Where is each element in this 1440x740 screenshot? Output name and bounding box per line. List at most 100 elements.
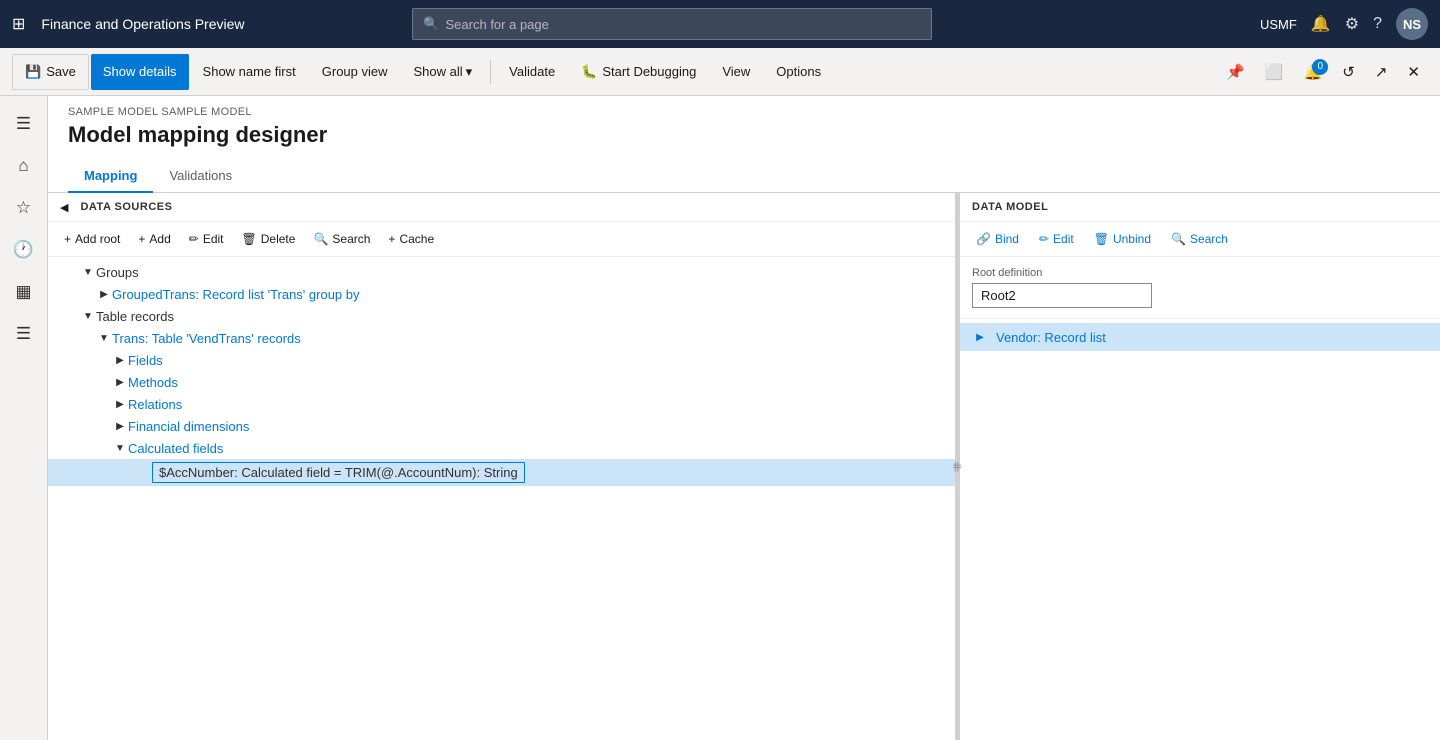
validate-button[interactable]: Validate [497,54,567,90]
vendor-item-label: Vendor: Record list [996,330,1106,345]
data-sources-tree: ▼ Groups ▶ GroupedTrans: Record list 'Tr… [48,257,955,740]
tree-item-table-records[interactable]: ▼ Table records [48,305,955,327]
edit-icon: ✏ [1039,232,1049,246]
search-icon: 🔍 [423,16,439,32]
top-navigation: ⊞ Finance and Operations Preview 🔍 Searc… [0,0,1440,48]
sidebar-item-home[interactable]: ⌂ [4,146,44,186]
sidebar-item-favorites[interactable]: ☆ [4,188,44,228]
edit-icon: ✏ [189,232,199,246]
view-button[interactable]: View [710,54,762,90]
pin-icon[interactable]: 📌 [1218,57,1253,87]
refresh-icon[interactable]: ↺ [1334,57,1363,87]
plus-icon: + [138,232,145,246]
panels-container: ◀ DATA SOURCES + Add root + Add ✏ E [48,193,1440,740]
tree-item-groups[interactable]: ▼ Groups [48,261,955,283]
collapse-icon[interactable]: ▼ [80,264,96,280]
plus-icon: + [64,232,71,246]
main-layout: ☰ ⌂ ☆ 🕐 ▦ ☰ SAMPLE MODEL SAMPLE MODEL Mo… [0,96,1440,740]
collapse-panel-button[interactable]: ◀ [56,199,72,216]
tree-item-fields[interactable]: ▶ Fields [48,349,955,371]
unbind-button[interactable]: 🗑 Unbind [1086,228,1159,250]
data-sources-toolbar: + Add root + Add ✏ Edit 🗑 Delete [48,222,955,257]
expand-icon[interactable]: ▶ [112,352,128,368]
expand-icon[interactable]: ⬜ [1257,57,1292,87]
notification-icon[interactable]: 🔔 [1311,14,1331,34]
expand-icon[interactable]: ▶ [96,286,112,302]
data-model-panel: DATA MODEL 🔗 Bind ✏ Edit 🗑 Unbind [960,193,1440,740]
chevron-down-icon: ▾ [466,64,473,80]
delete-icon: 🗑 [242,232,257,246]
settings-icon[interactable]: ⚙ [1345,14,1359,34]
resize-handle[interactable]: || [956,193,960,740]
data-sources-panel: ◀ DATA SOURCES + Add root + Add ✏ E [48,193,956,740]
edit-button[interactable]: ✏ Edit [181,228,232,250]
dm-edit-button[interactable]: ✏ Edit [1031,228,1082,250]
tree-item-financial-dimensions[interactable]: ▶ Financial dimensions [48,415,955,437]
sidebar-item-menu[interactable]: ☰ [4,104,44,144]
sidebar-item-recent[interactable]: 🕐 [4,230,44,270]
options-button[interactable]: Options [764,54,833,90]
search-icon: 🔍 [1171,232,1186,246]
delete-button[interactable]: 🗑 Delete [234,228,304,250]
tree-item-relations[interactable]: ▶ Relations [48,393,955,415]
top-nav-right: USMF 🔔 ⚙ ? NS [1260,8,1428,40]
help-icon[interactable]: ? [1373,15,1382,33]
collapse-icon[interactable]: ▼ [80,308,96,324]
tabs-container: Mapping Validations [48,160,1440,193]
tree-item-methods[interactable]: ▶ Methods [48,371,955,393]
close-button[interactable]: ✕ [1399,57,1428,87]
tree-item-trans[interactable]: ▼ Trans: Table 'VendTrans' records [48,327,955,349]
user-company: USMF [1260,17,1297,32]
tree-item-groupedtrans[interactable]: ▶ GroupedTrans: Record list 'Trans' grou… [48,283,955,305]
app-title: Finance and Operations Preview [41,16,244,32]
group-view-button[interactable]: Group view [310,54,400,90]
tree-item-calculated-fields[interactable]: ▼ Calculated fields [48,437,955,459]
start-debugging-button[interactable]: 🐛 Start Debugging [569,54,708,90]
save-icon: 💾 [25,64,41,80]
notifications-button[interactable]: 🔔 0 [1296,57,1331,87]
expand-icon[interactable]: ▶ [112,418,128,434]
add-root-button[interactable]: + Add root [56,228,128,250]
page-title: Model mapping designer [48,122,1440,160]
expand-icon[interactable]: ▶ [972,329,988,345]
data-model-tree: ▶ Vendor: Record list [960,319,1440,740]
unbind-icon: 🗑 [1094,232,1109,246]
tab-mapping[interactable]: Mapping [68,160,153,193]
breadcrumb: SAMPLE MODEL SAMPLE MODEL [48,96,1440,122]
expand-icon[interactable]: ▶ [112,374,128,390]
cache-icon: + [388,232,395,246]
save-button[interactable]: 💾 Save [12,54,89,90]
content-area: SAMPLE MODEL SAMPLE MODEL Model mapping … [48,96,1440,740]
show-all-button[interactable]: Show all ▾ [402,54,485,90]
global-search-bar[interactable]: 🔍 Search for a page [412,8,932,40]
data-model-header: DATA MODEL [960,193,1440,222]
root-definition-section: Root definition [960,257,1440,319]
show-name-first-button[interactable]: Show name first [191,54,308,90]
menu-toggle-icon[interactable]: ⊞ [12,14,25,34]
cache-button[interactable]: + Cache [380,228,442,250]
dm-tree-item-vendor[interactable]: ▶ Vendor: Record list [960,323,1440,351]
tree-item-acc-number[interactable]: $AccNumber: Calculated field = TRIM(@.Ac… [48,459,955,486]
user-avatar[interactable]: NS [1396,8,1428,40]
expand-icon[interactable]: ▶ [112,396,128,412]
search-button[interactable]: 🔍 Search [305,228,378,250]
root-definition-input[interactable] [972,283,1152,308]
debug-icon: 🐛 [581,64,597,80]
search-placeholder: Search for a page [446,17,549,32]
tab-validations[interactable]: Validations [153,160,248,193]
toolbar-separator [490,60,491,84]
add-button[interactable]: + Add [130,228,178,250]
collapse-icon[interactable]: ▼ [112,440,128,456]
data-sources-header: DATA SOURCES [72,197,180,217]
search-icon: 🔍 [313,232,328,246]
sidebar-item-modules[interactable]: ☰ [4,314,44,354]
dm-search-button[interactable]: 🔍 Search [1163,228,1236,250]
collapse-icon[interactable]: ▼ [96,330,112,346]
toolbar-right-actions: 📌 ⬜ 🔔 0 ↺ ↗ ✕ [1218,57,1428,87]
resize-grip-icon: || [953,464,963,469]
show-details-button[interactable]: Show details [91,54,189,90]
sidebar-item-workspaces[interactable]: ▦ [4,272,44,312]
bind-button[interactable]: 🔗 Bind [968,228,1027,250]
open-external-icon[interactable]: ↗ [1367,57,1396,87]
data-model-toolbar: 🔗 Bind ✏ Edit 🗑 Unbind 🔍 Search [960,222,1440,257]
